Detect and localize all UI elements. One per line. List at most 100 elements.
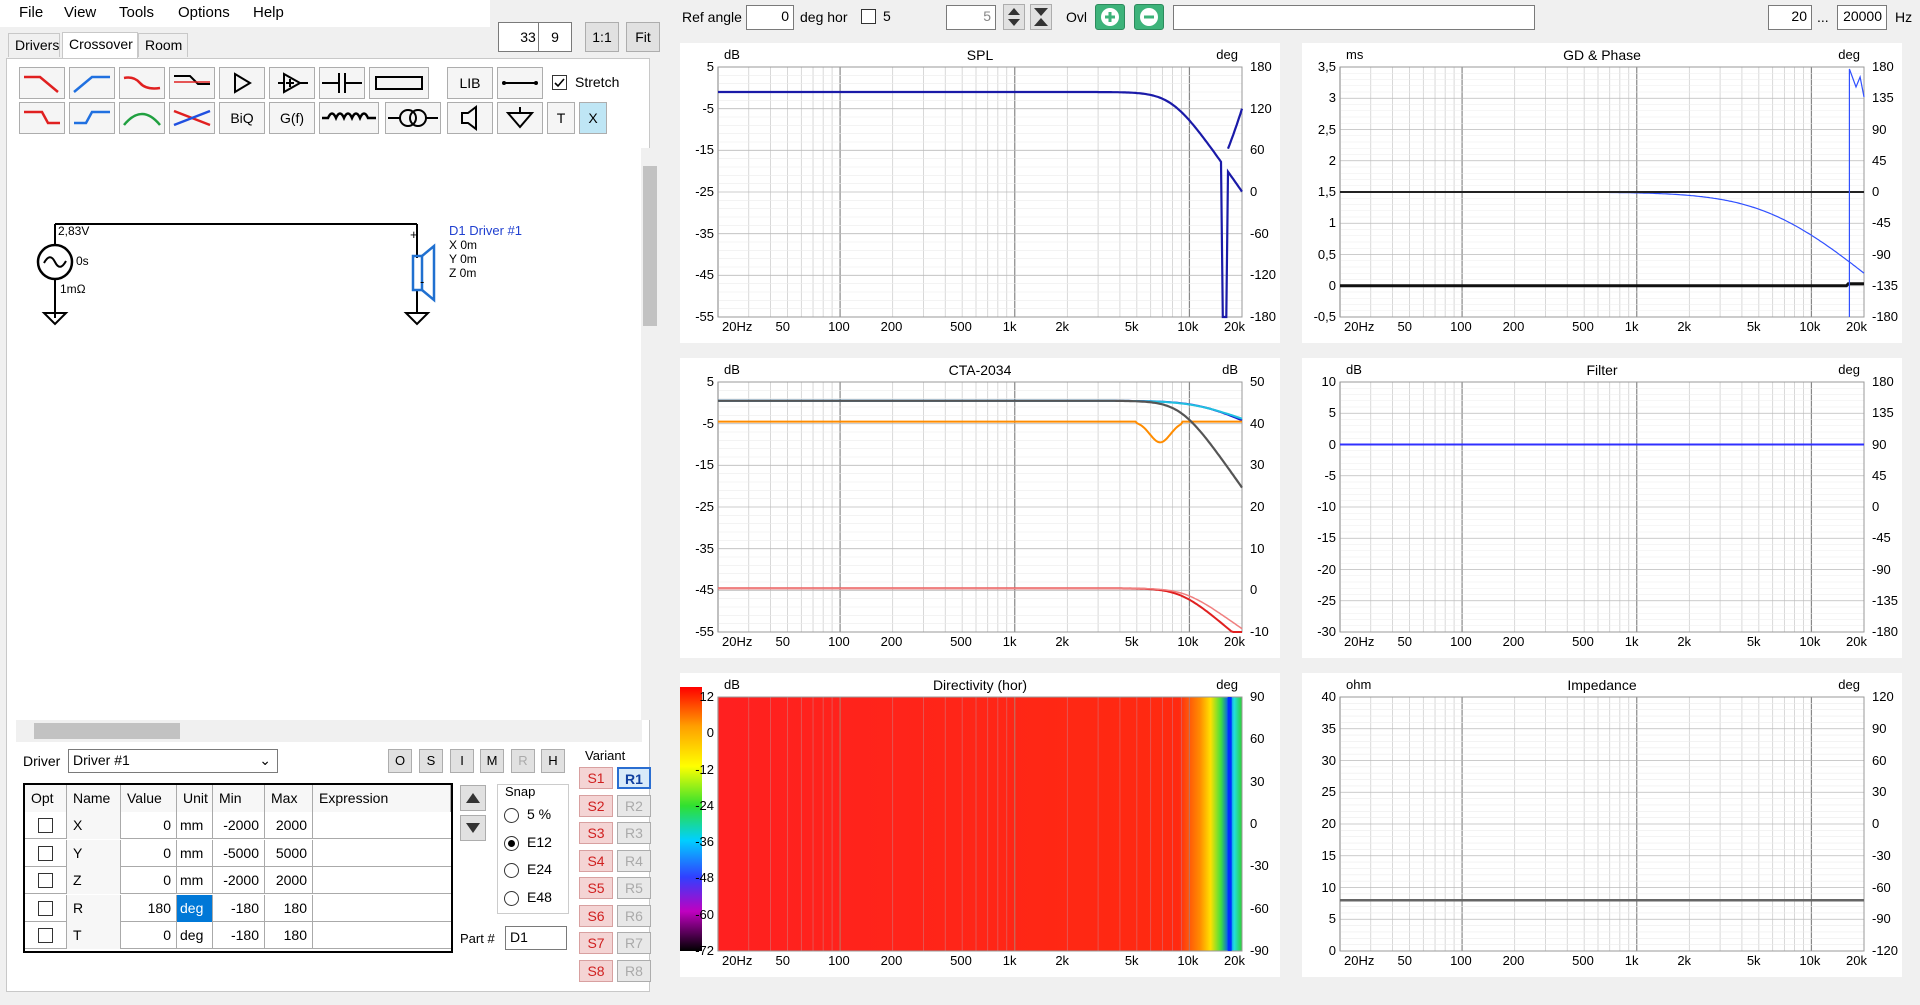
parameter-grid[interactable]: Opt Name Value Unit Min Max Expression X 0 mm -200… <box>23 783 453 953</box>
chart-cta[interactable]: CTA-2034 dB dB 5 -5 -15 -25 -35 -45 -55 50 40 30 20 10… <box>680 358 1280 658</box>
r-button[interactable]: R <box>511 749 535 773</box>
horizontal-scroll-thumb[interactable] <box>34 723 180 739</box>
horizontal-scrollbar[interactable] <box>16 720 642 742</box>
driver-select[interactable]: Driver #1 ⌄ <box>68 749 278 773</box>
variant-s1-button[interactable]: S1 <box>579 767 613 789</box>
param-value[interactable]: 0 <box>121 922 177 949</box>
o-button[interactable]: O <box>388 749 412 773</box>
crossover-tool[interactable] <box>169 102 215 134</box>
vertical-scroll-thumb[interactable] <box>643 166 657 326</box>
h-button[interactable]: H <box>541 749 565 773</box>
opt-checkbox[interactable] <box>38 845 53 861</box>
opt-checkbox[interactable] <box>38 928 53 943</box>
opt-cell[interactable] <box>25 894 67 922</box>
variant-s2-button[interactable]: S2 <box>579 794 613 817</box>
opt-cell[interactable] <box>25 922 67 949</box>
biquad-button[interactable]: BiQ <box>219 102 265 134</box>
menu-options[interactable]: Options <box>178 4 230 21</box>
chart-imp[interactable]: Impedance ohm deg 40 35 30 25 20 15 10 5 0 120 90 60 30… <box>1302 673 1902 977</box>
ratio-button[interactable]: 1:1 <box>585 22 619 52</box>
resistor-tool[interactable] <box>369 67 429 99</box>
s-button[interactable]: S <box>419 749 443 773</box>
peak-tool[interactable] <box>119 102 165 134</box>
variant-r8-button[interactable]: R8 <box>617 959 651 982</box>
opt-cell[interactable] <box>25 812 67 839</box>
highpass2-tool[interactable] <box>69 102 115 134</box>
lowpass2-tool[interactable] <box>19 102 65 134</box>
move-up-button[interactable] <box>460 785 486 811</box>
param-value[interactable]: 0 <box>121 839 177 867</box>
param-min[interactable]: -180 <box>213 894 265 922</box>
capacitor-tool[interactable] <box>319 67 365 99</box>
bandpass-tool[interactable] <box>119 67 165 99</box>
move-down-button[interactable] <box>460 815 486 841</box>
variant-s5-button[interactable]: S5 <box>579 877 613 899</box>
param-expression[interactable] <box>313 840 451 867</box>
column-header[interactable]: Expression <box>313 785 451 812</box>
column-header[interactable]: Unit <box>177 785 213 812</box>
snap-radio[interactable] <box>504 808 519 823</box>
opt-checkbox[interactable] <box>38 873 53 888</box>
snap-radio[interactable] <box>504 835 519 851</box>
snap-radio[interactable] <box>504 863 519 878</box>
driver-label[interactable]: D1 Driver #1 <box>449 223 522 238</box>
overlay-remove-button[interactable] <box>1134 4 1164 30</box>
overlay-add-button[interactable] <box>1095 4 1125 30</box>
ground-tool[interactable] <box>497 102 543 134</box>
opt-cell[interactable] <box>25 867 67 894</box>
m-button[interactable]: M <box>480 749 504 773</box>
transformer-tool[interactable] <box>385 102 441 134</box>
inductor-tool[interactable] <box>319 102 379 134</box>
spl-spin-button[interactable] <box>1003 4 1025 30</box>
param-max[interactable]: 5000 <box>265 839 313 867</box>
param-unit[interactable]: mm <box>177 867 213 894</box>
highpass-tool[interactable] <box>69 67 115 99</box>
spl-max-input[interactable]: 5 <box>946 5 996 30</box>
tab-room[interactable]: Room <box>138 33 188 57</box>
freq-min-input[interactable]: 20 <box>1768 5 1812 30</box>
stretch-checkbox[interactable] <box>552 75 567 90</box>
part-input[interactable]: D1 <box>505 926 567 950</box>
gf-button[interactable]: G(f) <box>269 102 315 134</box>
table-row[interactable]: Z 0 mm -2000 2000 <box>25 867 451 894</box>
variant-r7-button[interactable]: R7 <box>617 932 651 954</box>
param-min[interactable]: -2000 <box>213 812 265 839</box>
table-row[interactable]: Y 0 mm -5000 5000 <box>25 839 451 867</box>
variant-r6-button[interactable]: R6 <box>617 904 651 927</box>
variant-r3-button[interactable]: R3 <box>617 822 651 844</box>
shelf-tool[interactable] <box>169 67 215 99</box>
variant-r5-button[interactable]: R5 <box>617 877 651 899</box>
vertical-scrollbar[interactable] <box>641 148 659 720</box>
menu-tools[interactable]: Tools <box>119 4 154 21</box>
variant-s8-button[interactable]: S8 <box>579 959 613 982</box>
param-min[interactable]: -180 <box>213 922 265 949</box>
param-unit[interactable]: deg <box>177 894 213 922</box>
lib-button[interactable]: LIB <box>447 67 493 99</box>
param-unit[interactable]: mm <box>177 812 213 839</box>
variant-s4-button[interactable]: S4 <box>579 849 613 872</box>
variant-r4-button[interactable]: R4 <box>617 849 651 872</box>
opt-cell[interactable] <box>25 839 67 867</box>
param-unit[interactable]: mm <box>177 839 213 867</box>
schematic-canvas[interactable]: 2,83V 0s 1mΩ + - D1 Driver #1 X 0m Y 0m … <box>16 148 642 720</box>
column-header[interactable]: Max <box>265 785 313 812</box>
overlay-input[interactable] <box>1173 5 1535 30</box>
ref-angle-input[interactable]: 0 <box>746 5 794 30</box>
table-row[interactable]: R 180 deg -180 180 <box>25 894 451 922</box>
param-expression[interactable] <box>313 895 451 922</box>
param-unit[interactable]: deg <box>177 922 213 949</box>
column-header[interactable]: Opt <box>25 785 67 812</box>
param-expression[interactable] <box>313 867 451 894</box>
variant-s3-button[interactable]: S3 <box>579 822 613 844</box>
variant-s7-button[interactable]: S7 <box>579 932 613 954</box>
opt-checkbox[interactable] <box>38 900 53 916</box>
menu-view[interactable]: View <box>64 4 96 21</box>
buffer-tool[interactable] <box>269 67 315 99</box>
amp-tool[interactable] <box>219 67 265 99</box>
param-min[interactable]: -2000 <box>213 867 265 894</box>
menu-file[interactable]: File <box>19 4 43 21</box>
variant-s6-button[interactable]: S6 <box>579 904 613 927</box>
x-button[interactable]: X <box>579 102 607 134</box>
zoom-field-2[interactable]: 9 <box>538 22 572 52</box>
param-expression[interactable] <box>313 812 451 839</box>
